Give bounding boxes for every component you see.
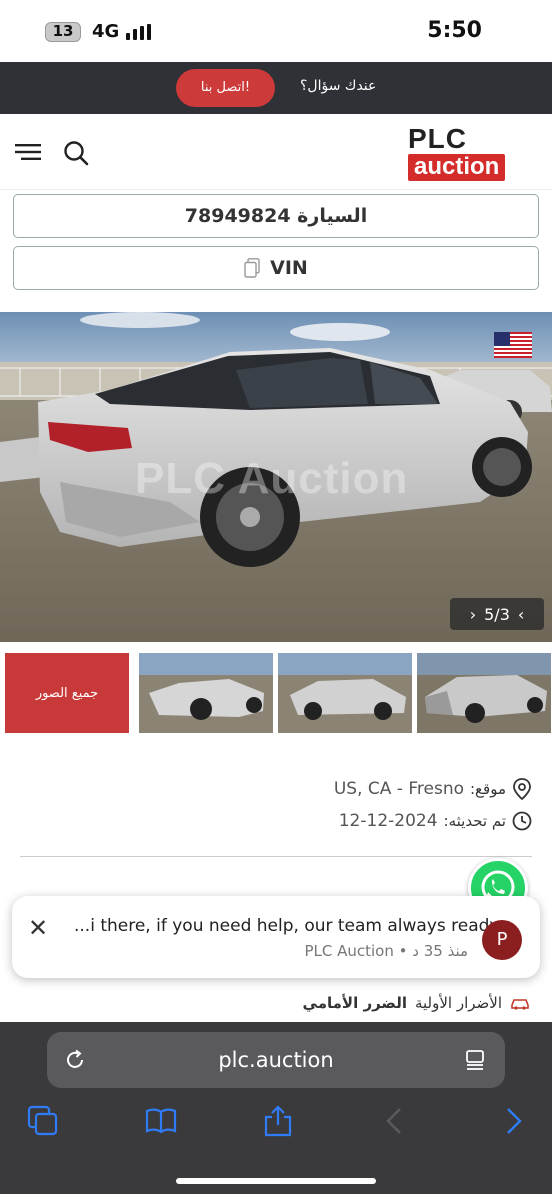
battery-indicator: 13 (45, 22, 81, 42)
reader-icon[interactable] (463, 1048, 487, 1072)
updated-row: تم تحديثه: 12-12-2024 (339, 811, 532, 831)
chat-meta: PLC Auction • منذ 35 د (304, 942, 468, 960)
signal-icon (126, 24, 151, 40)
lot-number-field[interactable]: السيارة 78949824 (13, 194, 539, 238)
question-text: عندك سؤال؟ (300, 78, 377, 94)
lot-number-text: السيارة 78949824 (184, 205, 368, 227)
main-car-photo[interactable]: PLC Auction › 5/3 ‹ (0, 312, 552, 642)
chevron-left-icon[interactable]: ‹ (518, 605, 524, 624)
address-bar[interactable]: plc.auction (47, 1032, 505, 1088)
location-pin-icon (513, 778, 531, 800)
contact-bar: اتصل بنا! عندك سؤال؟ (0, 62, 552, 114)
thumbnail[interactable] (417, 653, 551, 733)
forward-icon[interactable] (496, 1104, 530, 1138)
plc-auction-logo[interactable]: PLC auction (408, 125, 540, 182)
location-value: US, CA - Fresno (333, 779, 464, 799)
chevron-right-icon[interactable]: › (470, 605, 476, 624)
photo-counter: › 5/3 ‹ (450, 598, 544, 630)
chat-time: منذ 35 د (412, 942, 468, 960)
site-header: PLC auction (0, 114, 552, 190)
damage-value: الضرر الأمامي (302, 994, 407, 1012)
updated-label: تم تحديثه: (443, 812, 506, 830)
menu-icon[interactable] (15, 144, 41, 160)
us-flag-icon (494, 332, 532, 358)
bookmarks-icon[interactable] (144, 1104, 178, 1138)
photo-counter-text: 5/3 (484, 604, 510, 624)
primary-damage-row: الأضرار الأولية الضرر الأمامي (303, 994, 530, 1012)
thumbnail-strip: جميع الصور (0, 652, 552, 734)
url-text[interactable]: plc.auction (47, 1048, 505, 1072)
location-row: موقع: US, CA - Fresno (334, 778, 532, 800)
browser-toolbar: plc.auction (0, 1022, 552, 1194)
vin-label: VIN (270, 257, 308, 279)
clock-icon (512, 811, 532, 831)
home-indicator (176, 1178, 376, 1184)
car-icon (511, 999, 529, 1010)
close-icon[interactable]: ✕ (28, 914, 48, 942)
thumbnail[interactable] (278, 653, 412, 733)
all-photos-button[interactable]: جميع الصور (5, 653, 129, 733)
back-icon (386, 1108, 401, 1134)
chat-message: ...i there, if you need help, our team a… (74, 916, 500, 936)
updated-value: 12-12-2024 (338, 811, 438, 831)
avatar: P (482, 920, 522, 960)
vin-field[interactable]: VIN (13, 246, 539, 290)
contact-us-button[interactable]: اتصل بنا! (176, 69, 275, 107)
chat-sender: PLC Auction (304, 942, 394, 960)
divider (20, 856, 532, 857)
network-type: 4G (92, 21, 120, 42)
clock: 5:50 (427, 18, 482, 43)
search-icon[interactable] (63, 140, 89, 166)
watermark-text: PLC Auction (135, 454, 409, 503)
status-bar: 13 4G 5:50 (0, 0, 552, 62)
chat-notification[interactable]: ✕ ...i there, if you need help, our team… (12, 896, 540, 978)
thumbnail[interactable] (139, 653, 273, 733)
copy-icon[interactable] (244, 258, 260, 278)
tabs-icon[interactable] (26, 1104, 60, 1138)
location-label: موقع: (470, 780, 506, 798)
damage-label: الأضرار الأولية (414, 994, 502, 1012)
share-icon[interactable] (261, 1104, 295, 1138)
